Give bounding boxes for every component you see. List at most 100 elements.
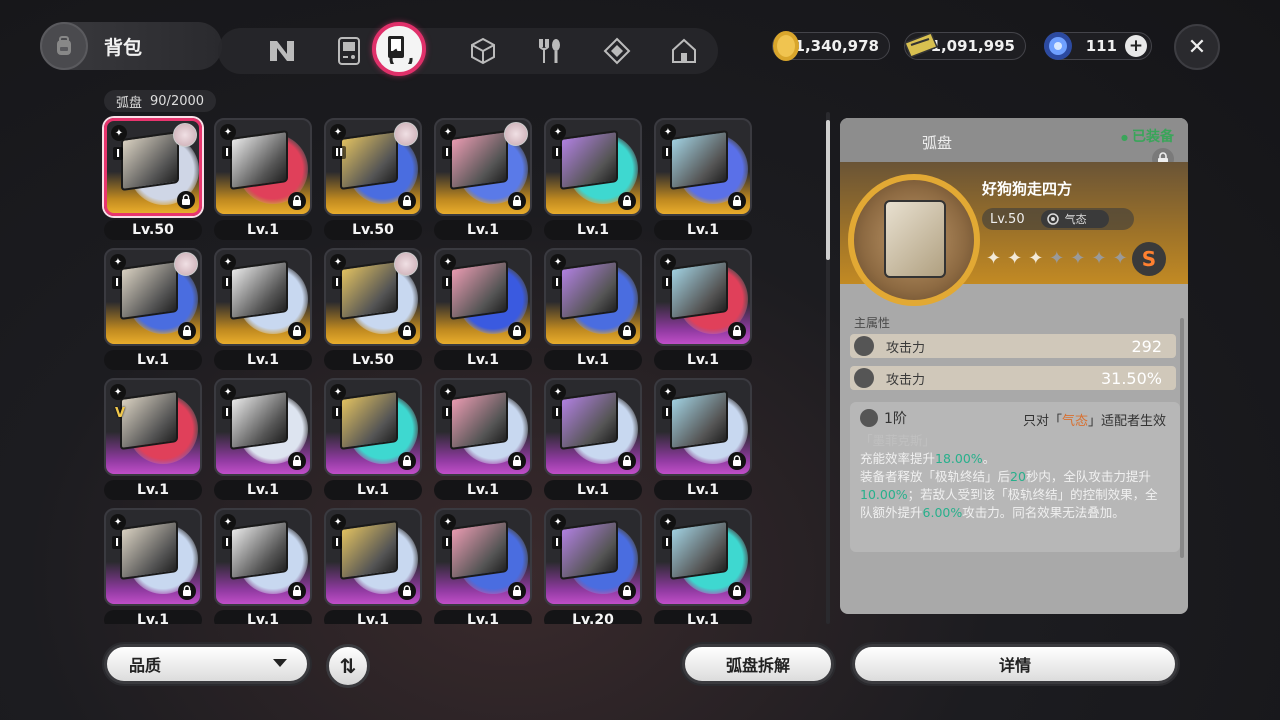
agent-avatar: [394, 122, 418, 146]
disc-level: Lv.1: [214, 220, 312, 240]
disc-item[interactable]: ✦ I Lv.50: [322, 246, 432, 376]
lock-icon[interactable]: [178, 582, 196, 600]
lock-icon[interactable]: [288, 452, 306, 470]
disc-level: Lv.1: [654, 220, 752, 240]
disc-card: ✦ I: [434, 118, 532, 216]
dismantle-button[interactable]: 弧盘拆解: [682, 644, 834, 684]
polychrome-icon: [1044, 32, 1072, 60]
set-effect-box: 1阶 只对「气态」适配者生效 「墨菲克斯」 充能效率提升18.00%。 装备者释…: [850, 402, 1180, 552]
tier-label: I: [222, 146, 233, 159]
disc-level: Lv.1: [434, 350, 532, 370]
disc-card: ✦ I: [324, 248, 422, 346]
disc-item[interactable]: ✦ I Lv.1: [432, 506, 542, 624]
cond-pre: 只对「: [1022, 414, 1062, 429]
specialty-icon: ✦: [440, 124, 456, 140]
quality-filter-button[interactable]: 品质: [104, 644, 310, 684]
disc-grid: ✦ I Lv.50 ✦ I Lv.1 ✦ II Lv.50 ✦ I Lv.1 ✦…: [102, 116, 762, 624]
disc-case-art: [560, 129, 618, 191]
lock-icon[interactable]: [618, 192, 636, 210]
disc-item[interactable]: ✦ I Lv.20: [542, 506, 652, 624]
tier-label: I: [552, 276, 563, 289]
disc-item[interactable]: ✦ I Lv.1: [102, 246, 212, 376]
disc-item[interactable]: ✦ I Lv.1: [212, 376, 322, 506]
lock-icon[interactable]: [398, 192, 416, 210]
lock-icon[interactable]: [508, 192, 526, 210]
disc-item[interactable]: ✦ I Lv.1: [542, 246, 652, 376]
specialty-icon: ✦: [660, 254, 676, 270]
disc-case-art: [230, 389, 288, 451]
tier-label: II: [332, 146, 347, 159]
lock-icon[interactable]: [728, 192, 746, 210]
lock-icon[interactable]: [288, 322, 306, 340]
disc-item[interactable]: ✦ I Lv.1: [542, 376, 652, 506]
disc-item[interactable]: ✦ I Lv.1: [652, 376, 762, 506]
disc-item[interactable]: ✦ I Lv.1: [432, 246, 542, 376]
detail-scrollbar[interactable]: [1180, 318, 1184, 558]
disc-case-art: [120, 519, 178, 581]
attack-icon: [854, 368, 874, 388]
disc-item[interactable]: ✦ I Lv.1: [212, 506, 322, 624]
tab-home[interactable]: [651, 28, 718, 74]
lock-icon[interactable]: [508, 452, 526, 470]
grid-scrollbar[interactable]: [826, 112, 830, 624]
disc-item[interactable]: ✦ I Lv.1: [542, 116, 652, 246]
tier-label: I: [113, 147, 124, 160]
lock-icon[interactable]: [398, 322, 416, 340]
disc-level: Lv.1: [434, 480, 532, 500]
disc-card: ✦ I: [434, 508, 532, 606]
tier-label: I: [442, 276, 453, 289]
lock-icon[interactable]: [398, 452, 416, 470]
disc-item[interactable]: ✦ V Lv.1: [102, 376, 212, 506]
lock-icon[interactable]: [728, 452, 746, 470]
cond-highlight: 气态: [1061, 414, 1088, 429]
lock-icon[interactable]: [177, 191, 195, 209]
disc-item[interactable]: ✦ I Lv.1: [322, 376, 432, 506]
disc-item[interactable]: ✦ I Lv.1: [212, 116, 322, 246]
tab-cube[interactable]: [449, 28, 516, 74]
specialty-icon: ✦: [110, 384, 126, 400]
lock-icon[interactable]: [178, 322, 196, 340]
tier-label: I: [662, 536, 673, 549]
tab-disc-case[interactable]: [372, 22, 426, 76]
disc-item[interactable]: ✦ I Lv.1: [652, 246, 762, 376]
disc-item[interactable]: ✦ II Lv.50: [322, 116, 432, 246]
disc-level: Lv.1: [214, 350, 312, 370]
lock-icon[interactable]: [288, 582, 306, 600]
disc-item[interactable]: ✦ I Lv.1: [212, 246, 322, 376]
lock-icon[interactable]: [728, 322, 746, 340]
lock-icon[interactable]: [398, 582, 416, 600]
lock-icon[interactable]: [288, 192, 306, 210]
disc-item[interactable]: ✦ I Lv.1: [322, 506, 432, 624]
disc-item[interactable]: ✦ I Lv.1: [652, 116, 762, 246]
tab-diamond-box[interactable]: [584, 28, 651, 74]
close-button[interactable]: ✕: [1174, 24, 1220, 70]
tab-n-logo[interactable]: [248, 28, 315, 74]
disc-item[interactable]: ✦ I Lv.1: [102, 506, 212, 624]
lock-icon[interactable]: [618, 452, 636, 470]
set-description: 「墨菲克斯」 充能效率提升18.00%。 装备者释放「极轨终结」后20秒内，全队…: [860, 432, 1160, 522]
tab-food[interactable]: [517, 28, 584, 74]
disc-item[interactable]: ✦ I Lv.1: [652, 506, 762, 624]
disc-item[interactable]: ✦ I Lv.50: [102, 116, 212, 246]
disc-case-art: [121, 130, 179, 192]
main-attr-row: 攻击力 292: [850, 334, 1176, 358]
set-tier-label: 1阶: [884, 411, 907, 427]
disc-item[interactable]: ✦ I Lv.1: [432, 116, 542, 246]
sort-order-button[interactable]: ⇅: [326, 644, 370, 688]
specialty-icon: ✦: [550, 384, 566, 400]
lock-icon[interactable]: [508, 322, 526, 340]
disc-item[interactable]: ✦ I Lv.1: [432, 376, 542, 506]
details-button[interactable]: 详情: [852, 644, 1178, 684]
grid-scrollbar-thumb[interactable]: [826, 120, 830, 260]
detail-panel: 弧盘 已装备 好狗狗走四方 Lv.50 气态 ✦✦✦✦✦✦✦ S 主属性 攻击力…: [840, 118, 1188, 614]
lock-icon[interactable]: [508, 582, 526, 600]
disc-case-art: [450, 389, 508, 451]
lock-icon[interactable]: [728, 582, 746, 600]
add-currency-button[interactable]: +: [1125, 35, 1147, 57]
disc-case-art: [670, 389, 728, 451]
set-tier-icon: [860, 409, 878, 427]
lock-icon[interactable]: [618, 322, 636, 340]
specialty-icon: ✦: [440, 514, 456, 530]
lock-icon[interactable]: [618, 582, 636, 600]
disc-card: ✦ I: [654, 248, 752, 346]
